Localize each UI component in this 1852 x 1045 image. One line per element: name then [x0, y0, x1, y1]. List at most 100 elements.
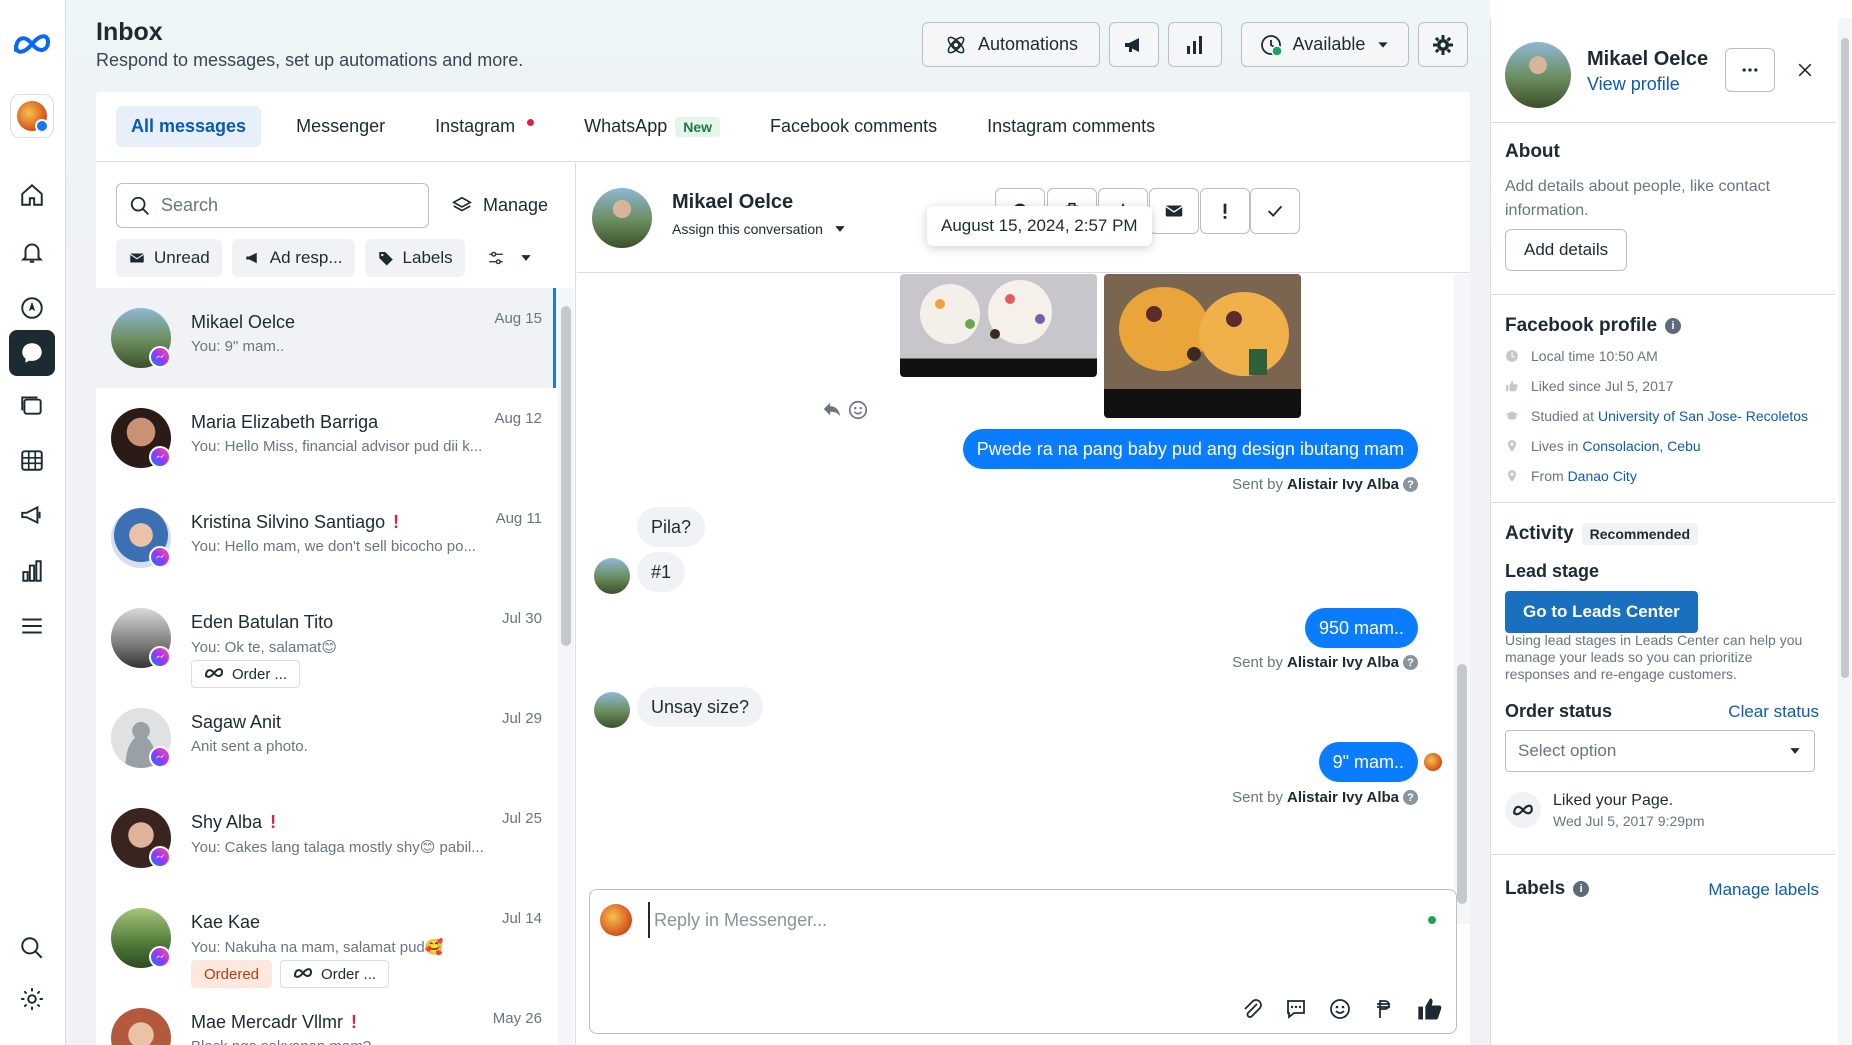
go-to-leads-center-button[interactable]: Go to Leads Center	[1505, 591, 1698, 633]
help-icon[interactable]: ?	[1403, 477, 1418, 492]
emoji-icon[interactable]	[1328, 997, 1352, 1021]
ads-button[interactable]	[1109, 22, 1159, 67]
tab-facebook-comments[interactable]: Facebook comments	[755, 106, 952, 147]
important-icon: !	[270, 812, 277, 832]
messenger-badge-icon	[149, 646, 171, 668]
panel-scrollbar[interactable]	[1838, 18, 1852, 1045]
add-details-button[interactable]: Add details	[1505, 229, 1628, 271]
meta-logo-icon[interactable]	[10, 22, 54, 66]
messenger-badge-icon	[149, 446, 171, 468]
notifications-icon[interactable]	[9, 229, 55, 275]
thread-scrollbar[interactable]	[1454, 274, 1470, 924]
react-emoji-icon[interactable]	[847, 399, 869, 421]
attachment-paperclip-icon[interactable]	[1240, 997, 1264, 1021]
home-icon[interactable]	[9, 172, 55, 218]
message-photo[interactable]	[900, 274, 1097, 377]
conversation-row[interactable]: Mikael Oelce You: 9" mam.. Aug 15	[96, 288, 556, 388]
saved-replies-icon[interactable]	[1284, 997, 1308, 1021]
tab-instagram-comments[interactable]: Instagram comments	[972, 106, 1170, 147]
insights-button[interactable]	[1168, 22, 1222, 67]
order-status-select[interactable]: Select option	[1505, 730, 1815, 772]
unread-dot	[527, 119, 535, 126]
conversation-row[interactable]: Shy Alba! You: Cakes lang talaga mostly s…	[96, 788, 556, 888]
ordered-label-chip[interactable]: Ordered	[191, 960, 273, 988]
chat-header: Mikael Oelce Assign this conversation Au…	[577, 163, 1470, 273]
mark-done-button[interactable]	[1250, 188, 1300, 234]
outgoing-message[interactable]: 9" mam..	[1318, 742, 1418, 782]
tab-all-messages[interactable]: All messages	[116, 106, 262, 147]
contact-name[interactable]: Mikael Oelce	[672, 191, 793, 214]
manage-button[interactable]: Manage	[451, 183, 548, 228]
ads-megaphone-icon[interactable]	[9, 492, 55, 538]
incoming-message[interactable]: Unsay size?	[637, 687, 764, 727]
incoming-message[interactable]: Pila?	[637, 507, 706, 547]
divider	[1491, 122, 1835, 123]
contact-name-text: Mae Mercadr Vllmr	[191, 1012, 344, 1032]
menu-hamburger-icon[interactable]	[9, 603, 55, 649]
labels-filter[interactable]: Labels	[364, 239, 465, 277]
settings-button[interactable]	[1418, 22, 1468, 67]
search-box[interactable]: Search	[116, 183, 429, 228]
search-icon[interactable]	[9, 925, 55, 971]
help-icon[interactable]: ?	[1403, 655, 1418, 670]
ad-responses-filter[interactable]: Ad resp...	[231, 239, 355, 277]
tab-label: WhatsApp	[584, 116, 668, 136]
insights-chart-icon[interactable]	[9, 548, 55, 594]
outgoing-message[interactable]: Pwede ra na pang baby pud ang design ibu…	[962, 429, 1418, 469]
mark-unread-button[interactable]	[1149, 188, 1199, 234]
hometown-link[interactable]: Danao City	[1568, 468, 1637, 484]
unread-filter[interactable]: Unread	[116, 239, 222, 277]
scrollbar-thumb[interactable]	[1457, 664, 1467, 904]
tag-label: Order ...	[232, 665, 288, 683]
reply-icon[interactable]	[821, 398, 843, 420]
more-options-button[interactable]	[1725, 48, 1775, 92]
scrollbar-thumb[interactable]	[1841, 38, 1849, 678]
contact-avatar[interactable]	[592, 188, 652, 248]
conversation-row[interactable]: Kristina Silvino Santiago! You: Hello mam…	[96, 488, 556, 588]
conversation-row[interactable]: Mae Mercadr Vllmr! Black nga sakyanan mam…	[96, 988, 556, 1045]
manage-labels-link[interactable]: Manage labels	[1708, 880, 1819, 900]
message-photo[interactable]	[1104, 274, 1301, 418]
contact-name: Maria Elizabeth Barriga	[191, 412, 378, 433]
scrollbar-thumb[interactable]	[561, 306, 571, 646]
assign-conversation-dropdown[interactable]: Assign this conversation	[672, 221, 847, 237]
reply-input[interactable]	[648, 902, 1388, 938]
inbox-chat-icon[interactable]	[9, 330, 55, 376]
availability-dropdown[interactable]: Available	[1241, 22, 1409, 67]
conversation-row[interactable]: Eden Batulan Tito You: Ok te, salamat😊 Jul…	[96, 588, 556, 688]
lives-in-link[interactable]: Consolacion, Cebu	[1582, 438, 1700, 454]
conversation-row[interactable]: Kae Kae You: Nakuha na mam, salamat pud🥰 J…	[96, 888, 556, 988]
close-panel-button[interactable]	[1787, 52, 1823, 88]
message-preview: Black nga sakyanan mam?	[191, 1038, 491, 1045]
school-link[interactable]: University of San Jose- Recoletos	[1598, 408, 1808, 424]
more-filters-dropdown[interactable]	[475, 239, 545, 277]
tab-instagram[interactable]: Instagram	[420, 106, 549, 147]
help-icon[interactable]: ?	[1403, 790, 1418, 805]
payment-peso-icon[interactable]	[1372, 997, 1396, 1021]
mark-spam-button[interactable]	[1200, 188, 1250, 234]
info-icon[interactable]: i	[1665, 318, 1682, 334]
view-profile-link[interactable]: View profile	[1587, 74, 1680, 95]
info-icon[interactable]: i	[1573, 881, 1590, 897]
outgoing-message[interactable]: 950 mam..	[1304, 608, 1418, 648]
thumbs-up-icon[interactable]	[1416, 995, 1444, 1023]
automations-button[interactable]: Automations	[922, 22, 1100, 67]
content-icon[interactable]	[9, 382, 55, 428]
list-scrollbar[interactable]	[558, 288, 574, 1045]
profile-avatar[interactable]	[1505, 42, 1571, 108]
conversation-row[interactable]: Sagaw Anit Anit sent a photo. Jul 29	[96, 688, 556, 788]
order-label-chip[interactable]: Order ...	[191, 660, 301, 688]
clear-status-link[interactable]: Clear status	[1728, 702, 1819, 722]
tab-messenger[interactable]: Messenger	[281, 106, 400, 147]
planner-grid-icon[interactable]	[9, 437, 55, 483]
sent-by-name: Alistair Ivy Alba	[1287, 476, 1399, 493]
compass-icon[interactable]	[9, 285, 55, 331]
page-avatar[interactable]	[10, 94, 54, 138]
order-label-chip[interactable]: Order ...	[280, 960, 390, 988]
conversation-date: Aug 12	[494, 410, 542, 427]
conversation-row[interactable]: Maria Elizabeth Barriga You: Hello Miss, …	[96, 388, 556, 488]
incoming-message[interactable]: #1	[637, 552, 686, 592]
settings-gear-icon[interactable]	[9, 976, 55, 1022]
tab-whatsapp[interactable]: WhatsApp New	[569, 106, 735, 147]
layers-icon	[452, 196, 472, 212]
